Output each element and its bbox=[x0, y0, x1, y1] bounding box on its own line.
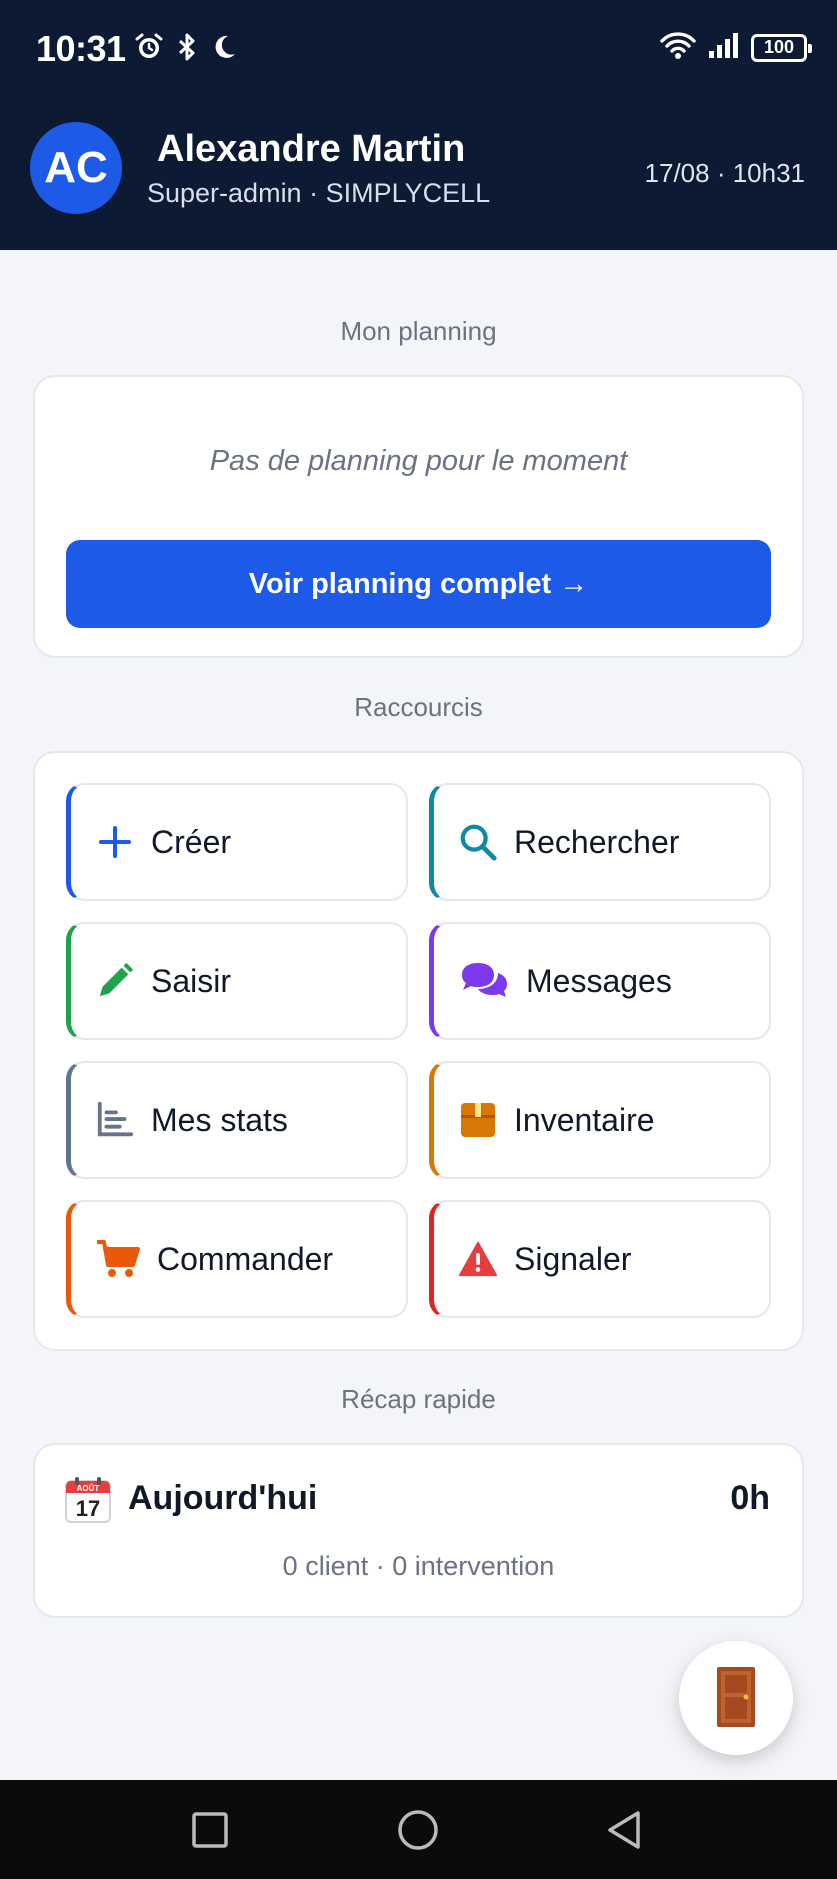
recap-today-label: Aujourd'hui bbox=[128, 1479, 318, 1517]
status-time: 10:31 bbox=[36, 28, 126, 69]
shortcuts-card: Créer Rechercher Saisir Messages Mes sta… bbox=[33, 751, 804, 1351]
shortcut-inventory-button[interactable]: Inventaire bbox=[429, 1061, 771, 1179]
box-icon bbox=[458, 1100, 498, 1140]
shortcut-report-button[interactable]: Signaler bbox=[429, 1200, 771, 1318]
avatar[interactable]: AC bbox=[30, 122, 122, 214]
shortcut-label: Messages bbox=[526, 962, 672, 999]
calendar-day: 17 bbox=[76, 1496, 100, 1521]
view-full-planning-button[interactable]: Voir planning complet → bbox=[66, 540, 771, 628]
recents-square-icon[interactable] bbox=[182, 1804, 238, 1856]
search-icon bbox=[458, 822, 498, 862]
status-icons-right: 100 bbox=[659, 30, 812, 65]
recap-section-title: Récap rapide bbox=[341, 1384, 496, 1414]
pencil-icon bbox=[95, 961, 135, 1001]
shortcut-messages-button[interactable]: Messages bbox=[429, 922, 771, 1040]
shortcuts-section-title: Raccourcis bbox=[354, 692, 483, 722]
shortcut-my-stats-button[interactable]: Mes stats bbox=[66, 1061, 408, 1179]
shortcut-create-button[interactable]: Créer bbox=[66, 783, 408, 901]
alarm-icon bbox=[134, 32, 164, 67]
moon-icon bbox=[210, 32, 238, 67]
planning-card: Pas de planning pour le moment Voir plan… bbox=[33, 375, 804, 658]
warning-icon bbox=[458, 1239, 498, 1279]
wifi-icon bbox=[659, 30, 697, 65]
recap-card[interactable]: AOÛT 17 Aujourd'hui 0h 0 client · 0 inte… bbox=[33, 1443, 804, 1618]
stats-icon bbox=[95, 1100, 135, 1140]
chat-icon bbox=[458, 961, 510, 1001]
user-name: Alexandre Martin bbox=[157, 128, 466, 170]
user-role: Super-admin · SIMPLYCELL bbox=[147, 178, 491, 208]
calendar-month: AOÛT bbox=[77, 1484, 100, 1493]
shortcut-order-button[interactable]: Commander bbox=[66, 1200, 408, 1318]
shortcut-label: Inventaire bbox=[514, 1101, 655, 1138]
calendar-icon: AOÛT 17 bbox=[65, 1477, 111, 1523]
shortcut-label: Créer bbox=[151, 823, 232, 860]
battery-icon: 100 bbox=[751, 33, 812, 62]
shortcut-label: Signaler bbox=[514, 1240, 632, 1277]
shortcut-label: Rechercher bbox=[514, 823, 680, 860]
status-icons-left bbox=[134, 32, 238, 67]
shortcut-enter-button[interactable]: Saisir bbox=[66, 922, 408, 1040]
planning-empty-text: Pas de planning pour le moment bbox=[209, 445, 628, 477]
shortcut-label: Commander bbox=[157, 1240, 334, 1277]
system-nav-bar bbox=[0, 1780, 837, 1879]
door-icon bbox=[716, 1666, 756, 1731]
bluetooth-icon bbox=[176, 32, 198, 67]
header-datetime: 17/08 · 10h31 bbox=[644, 158, 805, 188]
cart-icon bbox=[95, 1239, 141, 1279]
shortcut-label: Saisir bbox=[151, 962, 232, 999]
app-header: AC Alexandre Martin Super-admin · SIMPLY… bbox=[0, 100, 837, 250]
status-bar: 10:31 100 bbox=[0, 0, 837, 100]
home-circle-icon[interactable] bbox=[390, 1804, 446, 1856]
recap-summary: 0 client · 0 intervention bbox=[282, 1551, 555, 1581]
shortcut-label: Mes stats bbox=[151, 1101, 288, 1138]
back-triangle-icon[interactable] bbox=[598, 1804, 654, 1856]
signal-icon bbox=[707, 30, 741, 65]
recap-hours: 0h bbox=[730, 1479, 770, 1517]
shortcut-search-button[interactable]: Rechercher bbox=[429, 783, 771, 901]
plus-icon bbox=[95, 822, 135, 862]
planning-section-title: Mon planning bbox=[340, 316, 497, 346]
logout-fab-button[interactable] bbox=[679, 1641, 793, 1755]
